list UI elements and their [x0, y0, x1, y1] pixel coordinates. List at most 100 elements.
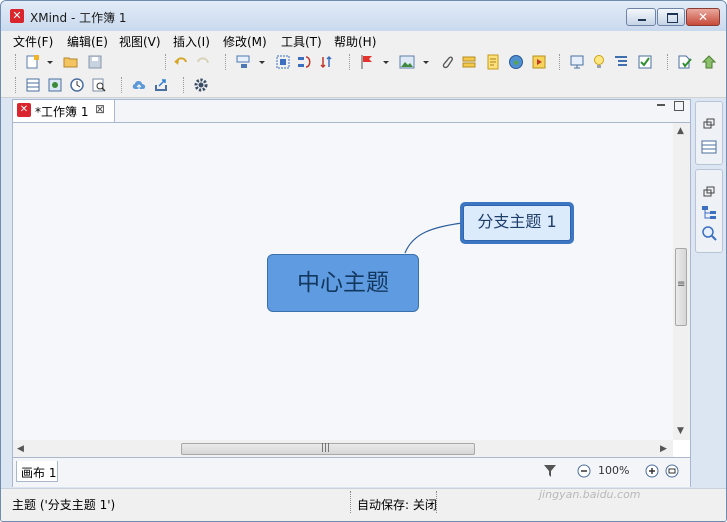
task-icon[interactable] [637, 54, 653, 70]
mind-map-editor: ✕ *工作簿 1 ⊠ 中心主题 分支主题 1 ▲ ≡ ▼ ◀ ||| ▶ 画布 … [12, 99, 691, 487]
vertical-scrollbar[interactable]: ▲ ≡ ▼ [673, 123, 690, 440]
new-workbook-icon[interactable] [25, 54, 41, 70]
close-tab-icon[interactable]: ⊠ [95, 102, 105, 116]
close-window-button[interactable]: ✕ [686, 8, 720, 26]
mind-map-canvas[interactable]: 中心主题 分支主题 1 [13, 123, 673, 440]
idea-lightbulb-icon[interactable] [591, 54, 607, 70]
toolbar-grip[interactable] [225, 54, 227, 70]
status-selection: 主题 ('分支主题 1') [12, 498, 116, 512]
scroll-down-icon[interactable]: ▼ [677, 426, 684, 436]
status-autosave: 自动保存: 关闭 [357, 498, 437, 512]
scroll-grip-icon: ≡ [677, 279, 686, 290]
horizontal-scrollbar[interactable]: ◀ ||| ▶ [13, 440, 673, 457]
minimize-button[interactable] [626, 8, 656, 26]
restore-panel-icon[interactable] [703, 186, 715, 198]
menu-edit[interactable]: 编辑(E) [67, 33, 108, 50]
maximize-icon [667, 13, 678, 23]
overview-panel-icon[interactable] [701, 225, 717, 241]
watermark-text: jingyan.baidu.com [539, 488, 641, 501]
clock-icon[interactable] [69, 77, 85, 93]
toolbar-grip[interactable] [349, 54, 351, 70]
upload-cloud-icon[interactable] [131, 77, 147, 93]
scroll-left-icon[interactable]: ◀ [17, 444, 24, 454]
preferences-gear-icon[interactable] [193, 77, 209, 93]
menu-help[interactable]: 帮助(H) [334, 33, 376, 50]
open-folder-icon[interactable] [63, 54, 79, 70]
toolbar-grip[interactable] [183, 77, 185, 93]
outline-panel-icon[interactable] [701, 205, 717, 221]
maximize-view-icon[interactable] [674, 101, 684, 111]
application-window: ✕ XMind - 工作簿 1 ✕ 文件(F) 编辑(E) 视图(V) 插入(I… [0, 0, 727, 522]
dropdown-arrow-icon[interactable] [421, 54, 431, 70]
scroll-up-icon[interactable]: ▲ [677, 126, 684, 136]
sheet-icon[interactable] [25, 77, 41, 93]
hyperlink-globe-icon[interactable] [508, 54, 524, 70]
branch-topic[interactable]: 分支主题 1 [460, 202, 574, 244]
side-panel-group [695, 169, 723, 253]
zoom-in-icon[interactable] [645, 464, 659, 478]
image-export-icon[interactable] [47, 77, 63, 93]
minimize-view-icon[interactable] [657, 104, 665, 108]
outliner-icon[interactable] [613, 54, 629, 70]
menu-modify[interactable]: 修改(M) [223, 33, 267, 50]
properties-panel-icon[interactable] [701, 140, 717, 154]
search-icon[interactable] [91, 77, 107, 93]
menu-tools[interactable]: 工具(T) [281, 33, 322, 50]
image-icon[interactable] [399, 54, 415, 70]
toolbar-grip[interactable] [165, 54, 167, 70]
flag-marker-icon[interactable] [359, 54, 375, 70]
share-icon[interactable] [153, 77, 169, 93]
editor-tab-strip: ✕ *工作簿 1 ⊠ [13, 100, 690, 123]
maximize-button[interactable] [657, 8, 685, 26]
toolbar [1, 49, 726, 98]
toolbar-grip[interactable] [15, 77, 17, 93]
undo-icon[interactable] [173, 54, 189, 70]
note-icon[interactable] [485, 54, 501, 70]
filter-icon[interactable] [543, 464, 557, 478]
redo-icon[interactable] [195, 54, 211, 70]
dropdown-arrow-icon[interactable] [257, 54, 267, 70]
side-panel-stack [693, 99, 723, 485]
tab-label: *工作簿 1 [35, 105, 89, 119]
attachment-icon[interactable] [439, 54, 455, 70]
vertical-scroll-thumb[interactable]: ≡ [675, 248, 687, 326]
side-panel-group [695, 101, 723, 165]
tab-workbook-1[interactable]: ✕ *工作簿 1 ⊠ [13, 100, 115, 122]
fit-zoom-icon[interactable] [665, 464, 679, 478]
menu-file[interactable]: 文件(F) [13, 33, 53, 50]
menu-view[interactable]: 视图(V) [119, 33, 161, 50]
scroll-grip-icon: ||| [321, 443, 331, 453]
zoom-level: 100% [598, 464, 630, 477]
central-topic[interactable]: 中心主题 [267, 254, 419, 312]
restore-panel-icon[interactable] [703, 118, 715, 130]
scroll-right-icon[interactable]: ▶ [660, 444, 667, 454]
relationship-icon[interactable] [297, 54, 313, 70]
insert-topic-icon[interactable] [235, 54, 251, 70]
summary-icon[interactable] [319, 54, 335, 70]
presentation-icon[interactable] [569, 54, 585, 70]
horizontal-scroll-thumb[interactable]: ||| [181, 443, 475, 455]
toolbar-grip[interactable] [15, 54, 17, 70]
audio-note-icon[interactable] [531, 54, 547, 70]
go-up-icon[interactable] [701, 54, 717, 70]
xmind-logo-icon: ✕ [17, 103, 31, 117]
save-icon[interactable] [87, 54, 103, 70]
status-divider [350, 491, 352, 513]
branch-topic-label: 分支主题 1 [463, 205, 571, 241]
toolbar-grip[interactable] [667, 54, 669, 70]
title-bar[interactable]: ✕ XMind - 工作簿 1 ✕ [1, 1, 726, 31]
toolbar-grip[interactable] [121, 77, 123, 93]
label-icon[interactable] [461, 54, 477, 70]
spellcheck-icon[interactable] [677, 54, 693, 70]
xmind-logo-icon: ✕ [10, 9, 24, 23]
zoom-out-icon[interactable] [577, 464, 591, 478]
sheet-tab[interactable]: 画布 1 [16, 461, 58, 482]
window-title: XMind - 工作簿 1 [30, 11, 127, 25]
boundary-icon[interactable] [275, 54, 291, 70]
dropdown-arrow-icon[interactable] [381, 54, 391, 70]
sheet-bar: 画布 1 100% [13, 457, 690, 487]
dropdown-arrow-icon[interactable] [45, 54, 55, 70]
toolbar-grip[interactable] [559, 54, 561, 70]
sheet-tab-label: 画布 1 [21, 466, 57, 480]
menu-insert[interactable]: 插入(I) [173, 33, 210, 50]
